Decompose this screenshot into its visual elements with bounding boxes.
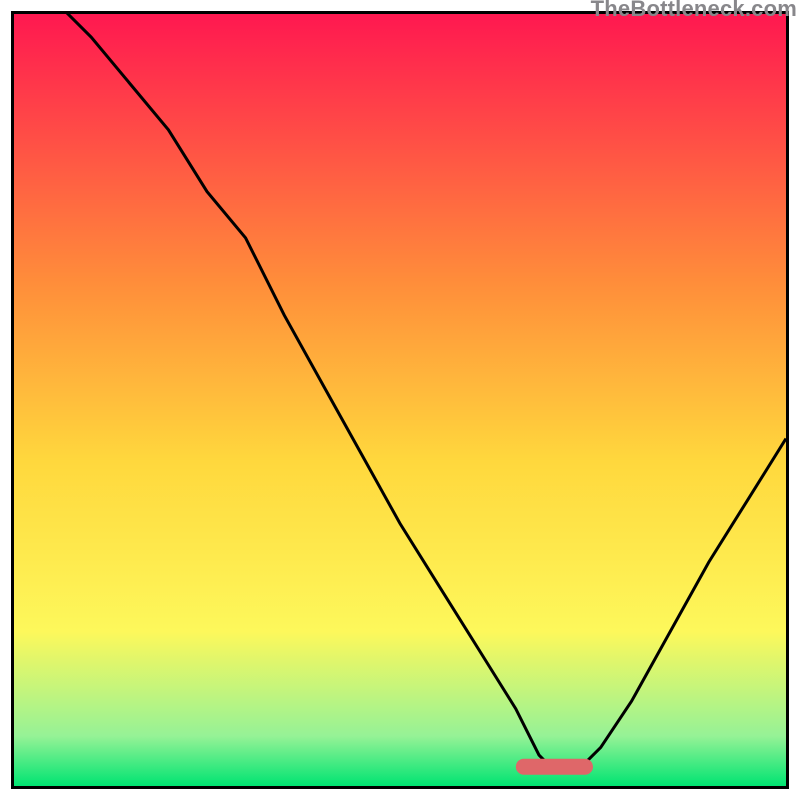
optimal-marker	[516, 759, 593, 775]
chart-frame	[11, 11, 789, 789]
gradient-background	[14, 14, 786, 786]
watermark-text: TheBottleneck.com	[591, 0, 797, 22]
bottleneck-plot	[14, 14, 786, 786]
